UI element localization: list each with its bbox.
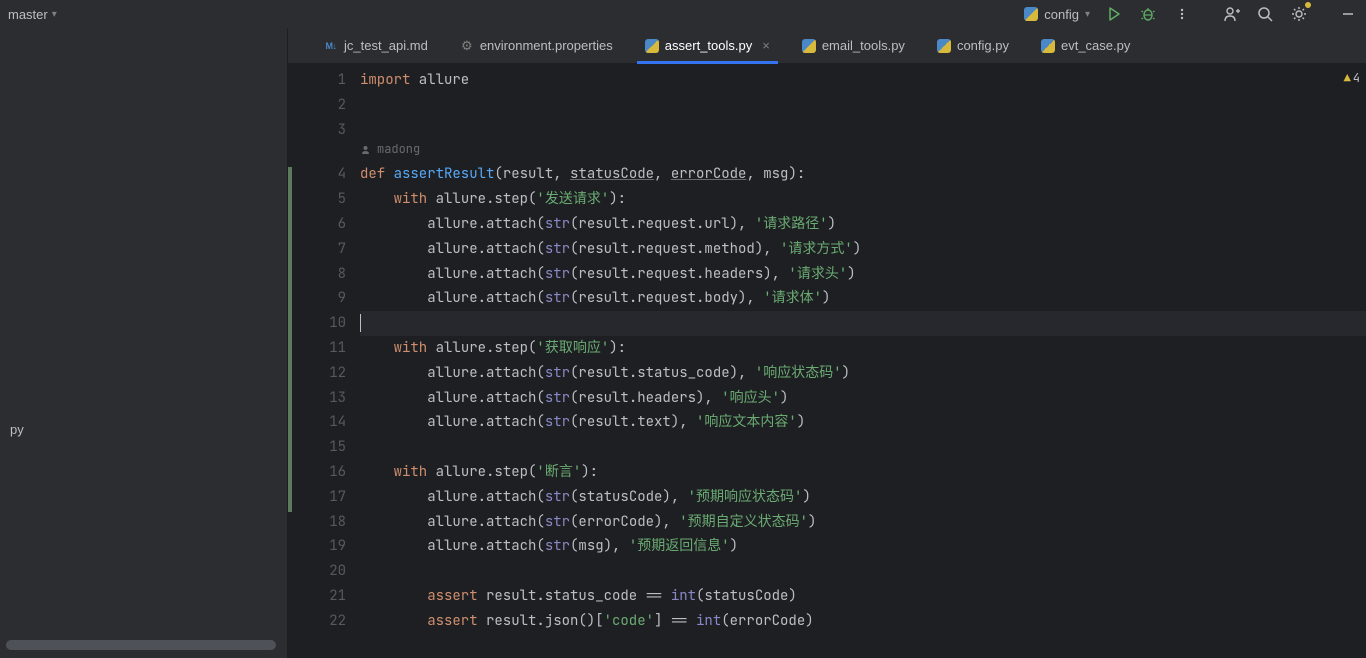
line-number: 8	[288, 262, 346, 287]
line-number: 21	[288, 584, 346, 609]
run-button[interactable]	[1104, 4, 1124, 24]
code-line[interactable]	[360, 559, 1366, 584]
editor-tabs: M↓ jc_test_api.md ⚙ environment.properties a…	[288, 28, 1366, 64]
project-sidebar[interactable]: py	[0, 28, 288, 658]
warnings-count: 4	[1353, 70, 1360, 86]
code-line[interactable]: import allure	[360, 68, 1366, 93]
sidebar-item[interactable]: py	[0, 418, 34, 441]
code-line[interactable]: allure.attach(str(result.status_code), '…	[360, 361, 1366, 386]
line-number: 15	[288, 435, 346, 460]
debug-button[interactable]	[1138, 4, 1158, 24]
chevron-down-icon: ▾	[52, 9, 57, 20]
run-config-selector[interactable]: config ▾	[1024, 7, 1090, 22]
code-line[interactable]: with allure.step('获取响应'):	[360, 336, 1366, 361]
python-icon	[1041, 39, 1055, 53]
editor-tab[interactable]: email_tools.py	[786, 28, 921, 64]
editor-area: M↓ jc_test_api.md ⚙ environment.properties a…	[288, 28, 1366, 658]
code-line[interactable]: def assertResult(result, statusCode, err…	[360, 162, 1366, 187]
code-line[interactable]: allure.attach(str(result.headers), '响应头'…	[360, 386, 1366, 411]
run-config-label: config	[1044, 7, 1079, 22]
line-number: 16	[288, 460, 346, 485]
code-line[interactable]: allure.attach(str(result.request.method)…	[360, 237, 1366, 262]
code-with-me-button[interactable]	[1221, 4, 1241, 24]
line-number: 14	[288, 410, 346, 435]
code-line[interactable]: allure.attach(str(result.request.url), '…	[360, 212, 1366, 237]
line-number: 3	[288, 118, 346, 143]
python-icon	[1024, 7, 1038, 21]
line-number: 9	[288, 286, 346, 311]
line-number: 1	[288, 68, 346, 93]
line-number: 4	[288, 162, 346, 187]
warnings-indicator[interactable]: ▲ 4	[1344, 70, 1360, 86]
gutter: 12345678910111213141516171819202122	[288, 64, 360, 658]
line-number: 18	[288, 510, 346, 535]
line-number: 7	[288, 237, 346, 262]
line-number: 11	[288, 336, 346, 361]
sidebar-item-label: py	[10, 422, 24, 437]
author-inlay-hint[interactable]: madong	[360, 141, 420, 157]
code-line[interactable]	[360, 118, 1366, 143]
code-line[interactable]: allure.attach(str(result.text), '响应文本内容'…	[360, 410, 1366, 435]
code-line[interactable]: assert result.json()['code'] == int(erro…	[360, 609, 1366, 634]
tab-label: assert_tools.py	[665, 38, 752, 53]
tab-label: config.py	[957, 38, 1009, 53]
line-number: 2	[288, 93, 346, 118]
tab-label: email_tools.py	[822, 38, 905, 53]
code-line[interactable]: allure.attach(str(result.request.body), …	[360, 286, 1366, 311]
line-number: 6	[288, 212, 346, 237]
top-toolbar: master ▾ config ▾	[0, 0, 1366, 28]
editor-tab[interactable]: assert_tools.py ×	[629, 28, 786, 64]
editor-tab[interactable]: ⚙ environment.properties	[444, 28, 629, 64]
line-number: 10	[288, 311, 346, 336]
tab-label: evt_case.py	[1061, 38, 1130, 53]
line-number: 22	[288, 609, 346, 634]
line-number: 17	[288, 485, 346, 510]
settings-notification-dot	[1305, 2, 1311, 8]
editor-tab[interactable]: M↓ jc_test_api.md	[308, 28, 444, 64]
editor-tab[interactable]: config.py	[921, 28, 1025, 64]
python-icon	[645, 39, 659, 53]
line-number: 12	[288, 361, 346, 386]
minimize-button[interactable]	[1338, 4, 1358, 24]
line-number: 5	[288, 187, 346, 212]
code-line[interactable]	[360, 311, 1366, 336]
code-editor[interactable]: 12345678910111213141516171819202122 mado…	[288, 64, 1366, 658]
close-icon[interactable]: ×	[762, 38, 770, 53]
markdown-icon: M↓	[324, 39, 338, 53]
code-line[interactable]: with allure.step('断言'):	[360, 460, 1366, 485]
settings-button[interactable]	[1289, 4, 1309, 24]
code-line[interactable]	[360, 93, 1366, 118]
warning-icon: ▲	[1344, 70, 1351, 86]
code-line[interactable]: allure.attach(str(statusCode), '预期响应状态码'…	[360, 485, 1366, 510]
line-number: 19	[288, 534, 346, 559]
code-line[interactable]: with allure.step('发送请求'):	[360, 187, 1366, 212]
python-icon	[937, 39, 951, 53]
git-branch-selector[interactable]: master ▾	[8, 7, 57, 22]
search-button[interactable]	[1255, 4, 1275, 24]
gear-icon: ⚙	[460, 39, 474, 53]
chevron-down-icon: ▾	[1085, 9, 1090, 20]
python-icon	[802, 39, 816, 53]
code-line[interactable]: allure.attach(str(result.request.headers…	[360, 262, 1366, 287]
editor-tab[interactable]: evt_case.py	[1025, 28, 1146, 64]
vcs-change-bar	[288, 167, 292, 512]
line-number: 13	[288, 386, 346, 411]
branch-label: master	[8, 7, 48, 22]
code-line[interactable]: assert result.status_code == int(statusC…	[360, 584, 1366, 609]
tab-label: jc_test_api.md	[344, 38, 428, 53]
line-number: 20	[288, 559, 346, 584]
more-menu[interactable]	[1172, 4, 1192, 24]
tab-label: environment.properties	[480, 38, 613, 53]
horizontal-scrollbar[interactable]	[6, 640, 276, 650]
code-line[interactable]: allure.attach(str(msg), '预期返回信息')	[360, 534, 1366, 559]
code-line[interactable]	[360, 435, 1366, 460]
author-name: madong	[377, 141, 420, 157]
code-line[interactable]: allure.attach(str(errorCode), '预期自定义状态码'…	[360, 510, 1366, 535]
